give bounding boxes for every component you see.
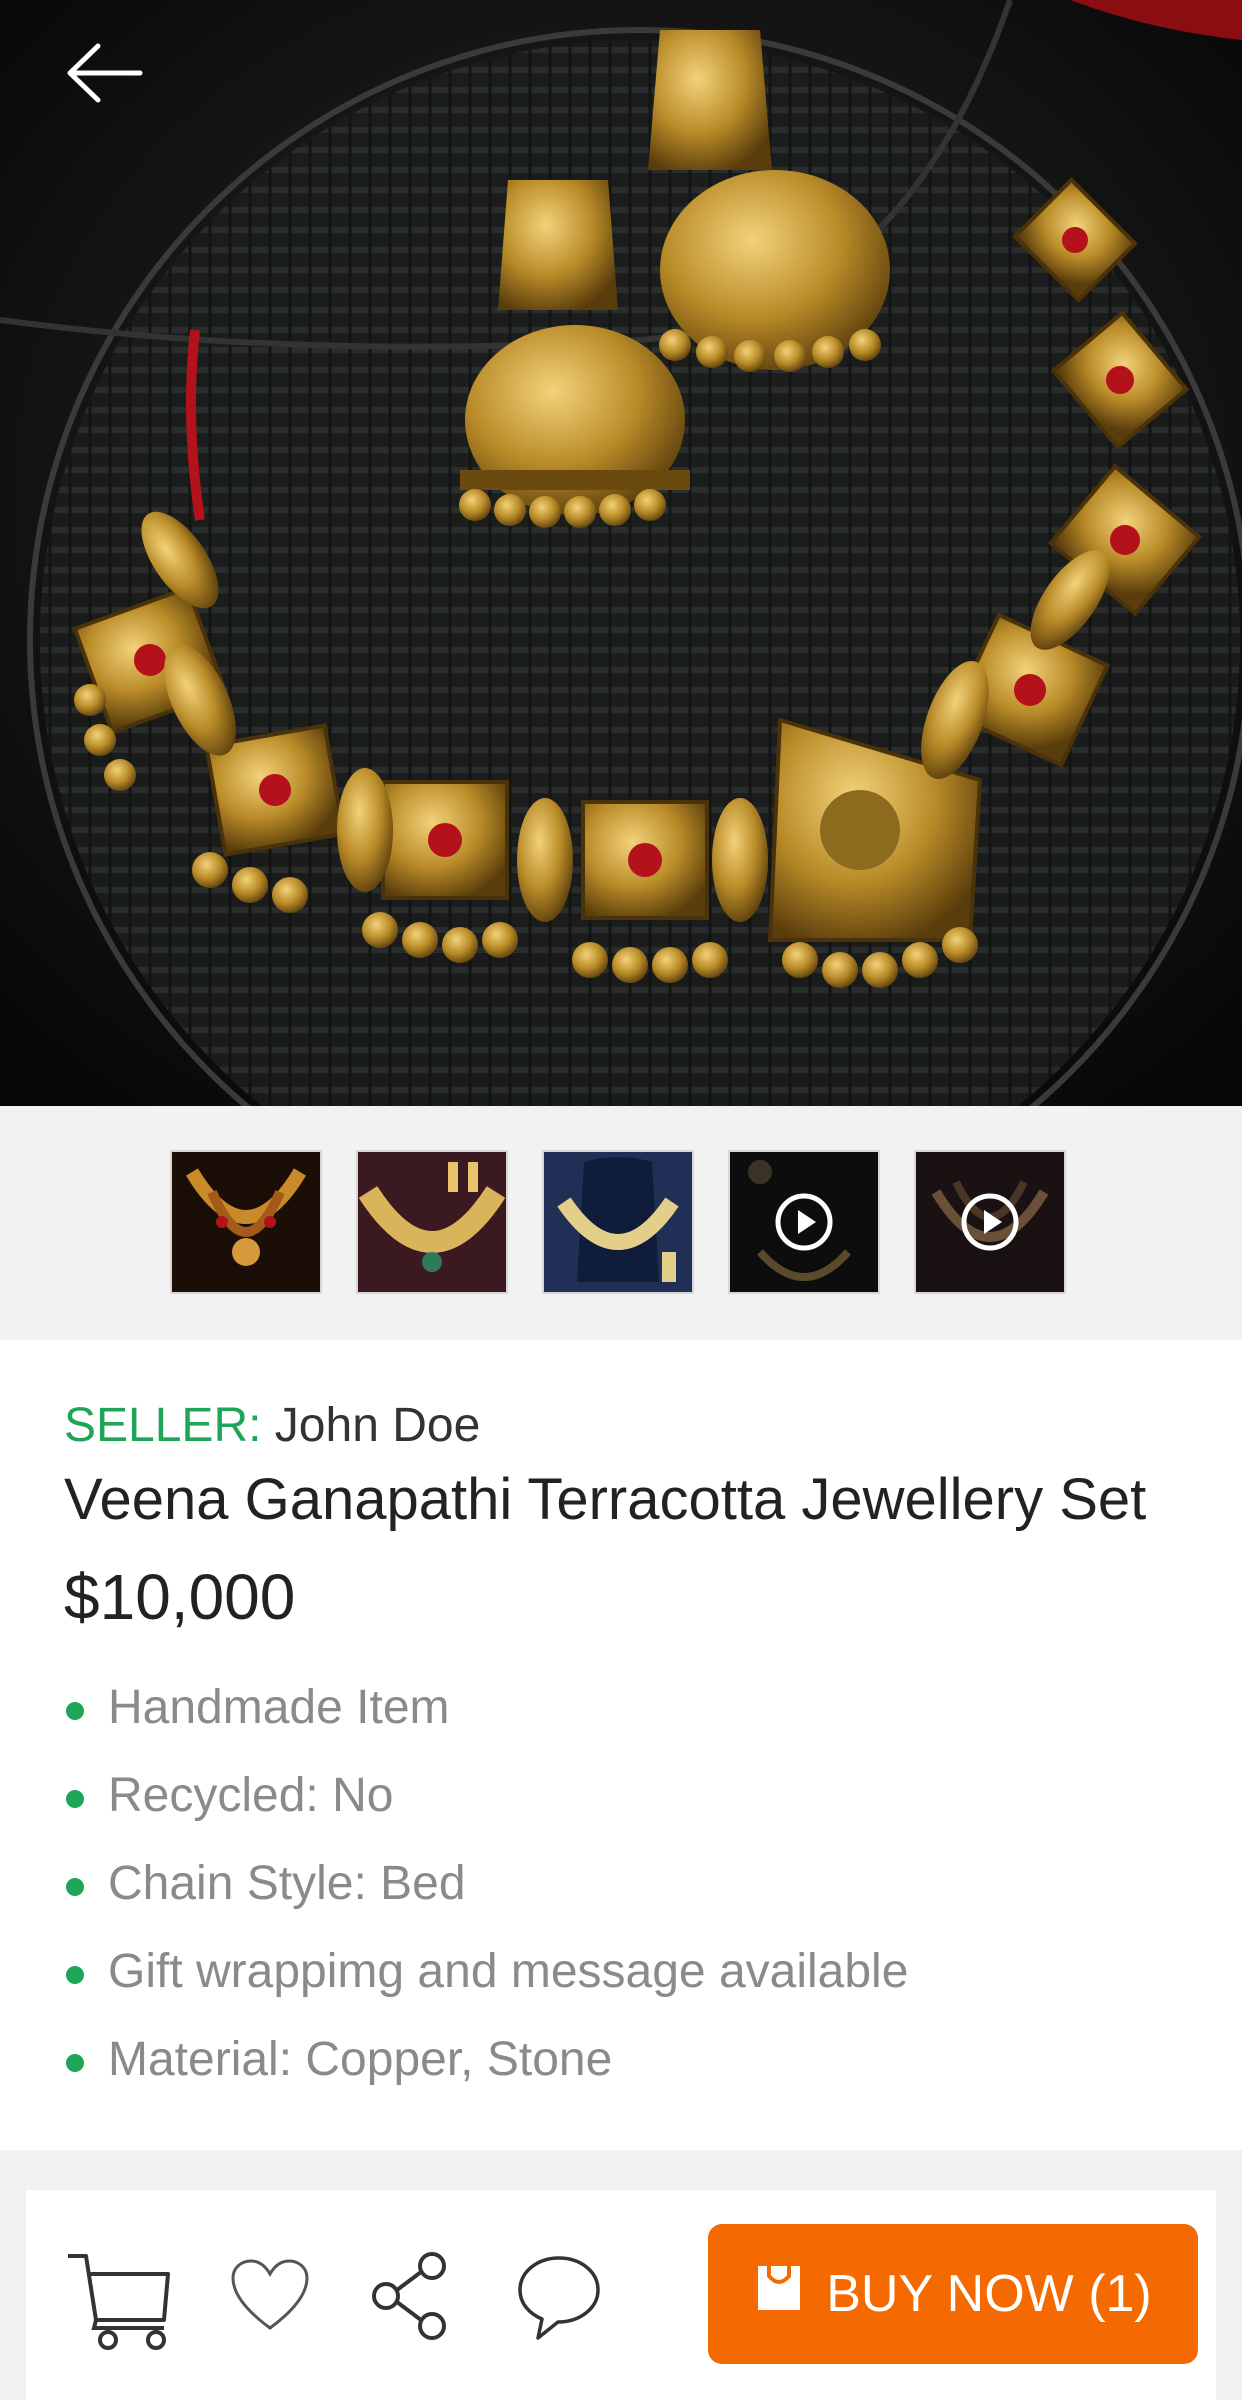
play-icon <box>775 1193 833 1251</box>
share-icon <box>372 2252 446 2340</box>
bullet-icon <box>66 1702 84 1720</box>
product-details: SELLER: John Doe Veena Ganapathi Terraco… <box>0 1340 1242 2150</box>
feature-text: Handmade Item <box>108 1681 450 1734</box>
buy-now-button[interactable]: BUY NOW (1) <box>708 2224 1198 2364</box>
action-bar: BUY NOW (1) <box>26 2190 1216 2400</box>
shopping-bag-icon <box>754 2262 804 2327</box>
heart-icon <box>231 2259 309 2330</box>
necklace-thumbnail <box>358 1152 506 1292</box>
thumbnail-image-3[interactable] <box>542 1150 694 1294</box>
seller-separator: : <box>248 1399 262 1452</box>
back-button[interactable] <box>60 38 150 108</box>
favorite-button[interactable] <box>230 2258 310 2339</box>
thumbnail-image-2[interactable] <box>356 1150 508 1294</box>
product-hero-image[interactable] <box>0 0 1242 1106</box>
necklace-thumbnail <box>544 1152 692 1292</box>
feature-item: Chain Style: Bed <box>64 1854 908 1942</box>
thumbnail-image-1[interactable] <box>170 1150 322 1294</box>
feature-text: Chain Style: Bed <box>108 1857 466 1910</box>
feature-item: Handmade Item <box>64 1678 908 1766</box>
cart-button[interactable] <box>64 2250 174 2355</box>
chat-button[interactable] <box>516 2254 602 2349</box>
chat-bubble-icon <box>518 2256 600 2340</box>
feature-list: Handmade Item Recycled: No Chain Style: … <box>64 1678 908 2118</box>
thumbnail-strip <box>0 1106 1242 1340</box>
feature-item: Material: Copper, Stone <box>64 2030 908 2118</box>
jewellery-photo <box>0 0 1242 1106</box>
product-price: $10,000 <box>64 1561 296 1633</box>
necklace-thumbnail <box>172 1152 320 1292</box>
feature-text: Material: Copper, Stone <box>108 2033 613 2086</box>
feature-item: Gift wrappimg and message available <box>64 1942 908 2030</box>
buy-now-label: BUY NOW (1) <box>826 2265 1152 2323</box>
play-icon <box>961 1193 1019 1251</box>
feature-item: Recycled: No <box>64 1766 908 1854</box>
cart-icon <box>68 2254 170 2350</box>
bullet-icon <box>66 1966 84 1984</box>
thumbnail-video-2[interactable] <box>914 1150 1066 1294</box>
bullet-icon <box>66 1790 84 1808</box>
seller-name[interactable]: John Doe <box>275 1399 480 1452</box>
feature-text: Recycled: No <box>108 1769 394 1822</box>
seller-label: SELLER <box>64 1399 249 1452</box>
thumbnail-video-1[interactable] <box>728 1150 880 1294</box>
seller-line: SELLER: John Doe <box>64 1398 480 1453</box>
feature-text: Gift wrappimg and message available <box>108 1945 909 1998</box>
arrow-left-icon <box>67 43 143 103</box>
bullet-icon <box>66 2054 84 2072</box>
product-title: Veena Ganapathi Terracotta Jewellery Set <box>64 1467 1147 1532</box>
share-button[interactable] <box>370 2250 454 2347</box>
bullet-icon <box>66 1878 84 1896</box>
